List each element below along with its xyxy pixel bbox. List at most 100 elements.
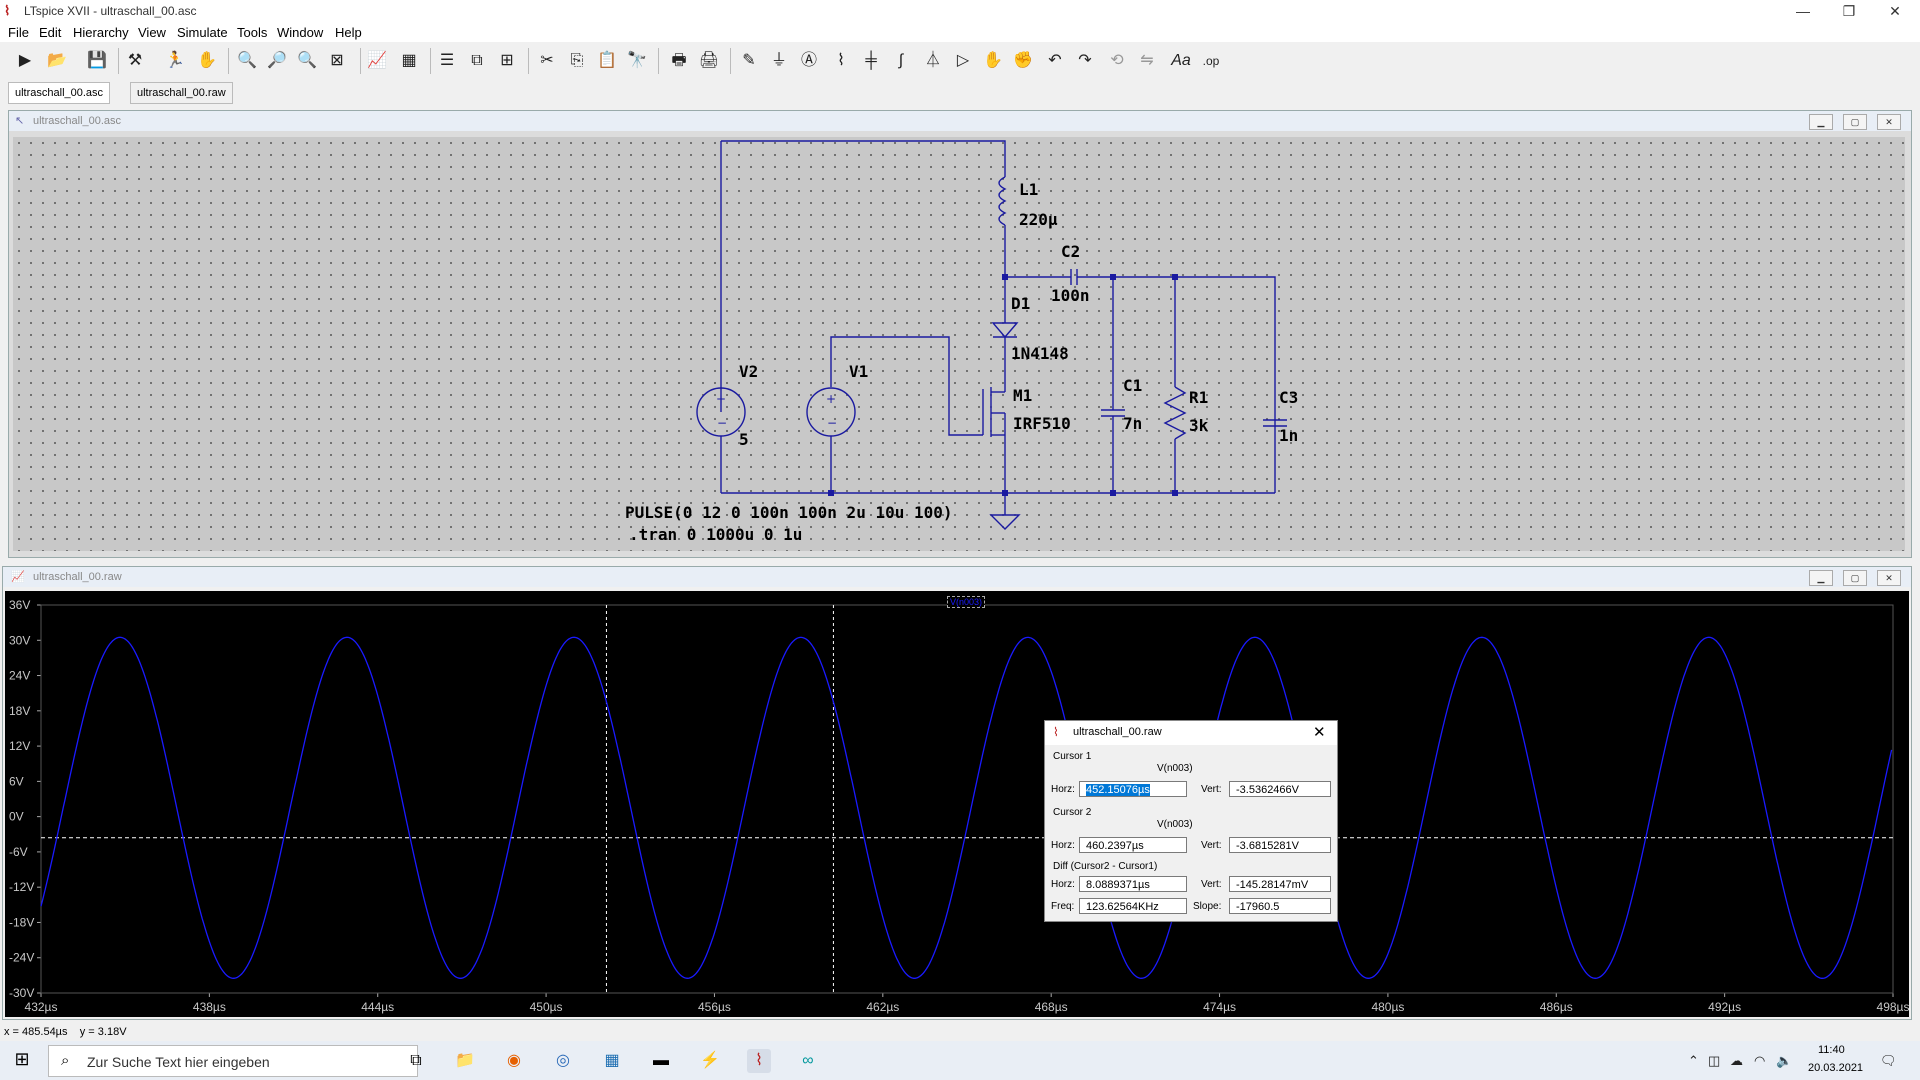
wire-icon[interactable]: ✎ — [738, 50, 760, 72]
move-icon[interactable]: ✋ — [982, 50, 1004, 72]
wifi-icon[interactable]: ◠ — [1754, 1053, 1765, 1069]
cursor1-vert-field[interactable]: -3.5362466V — [1229, 781, 1331, 797]
task-view-icon[interactable]: ⧉ — [404, 1049, 428, 1073]
schematic-minimize-button[interactable]: ▁ — [1809, 114, 1833, 130]
window-grid-icon[interactable]: ▦ — [398, 50, 420, 72]
dialog-close-button[interactable]: ✕ — [1313, 723, 1326, 741]
freq-field[interactable]: 123.62564KHz — [1079, 898, 1187, 914]
slope-field[interactable]: -17960.5 — [1229, 898, 1331, 914]
tab-schematic[interactable]: ultraschall_00.asc — [8, 82, 111, 104]
capacitor-icon[interactable]: ╪ — [860, 50, 882, 72]
text-icon[interactable]: Aa — [1170, 50, 1192, 72]
tile-vertical-icon[interactable]: ⊞ — [496, 50, 518, 72]
taskbar-search[interactable]: ⌕ Zur Suche Text hier eingeben — [48, 1045, 418, 1077]
menu-window[interactable]: Window — [277, 25, 323, 40]
onedrive-icon[interactable]: ☁ — [1730, 1053, 1743, 1069]
clock-date[interactable]: 20.03.2021 — [1808, 1062, 1863, 1074]
schematic-close-button[interactable]: ✕ — [1877, 114, 1901, 130]
diff-horz-field[interactable]: 8.0889371µs — [1079, 876, 1187, 892]
horz-label: Horz: — [1051, 784, 1075, 795]
close-button[interactable]: ✕ — [1872, 0, 1918, 22]
menu-simulate[interactable]: Simulate — [177, 25, 228, 40]
menu-view[interactable]: View — [138, 25, 166, 40]
tray-chevron-icon[interactable]: ⌃ — [1688, 1053, 1699, 1069]
schematic-canvas[interactable]: L1 220µ C2 100n D1 1N4148 V2 5 V1 M1 IRF… — [13, 137, 1905, 551]
menu-hierarchy[interactable]: Hierarchy — [73, 25, 129, 40]
menu-file[interactable]: File — [8, 25, 29, 40]
redo-icon[interactable]: ↷ — [1074, 50, 1096, 72]
terminal-icon[interactable]: ▬ — [649, 1049, 673, 1073]
restore-button[interactable]: ❐ — [1826, 0, 1872, 22]
cursor1-horz-field[interactable]: 452.15076µs — [1079, 781, 1187, 797]
cursor2-horz-field[interactable]: 460.2397µs — [1079, 837, 1187, 853]
y-tick-label: -24V — [9, 951, 34, 965]
spice-directive-icon[interactable]: .op — [1200, 50, 1222, 72]
cut-icon[interactable]: ✂ — [536, 50, 558, 72]
resistor-icon[interactable]: ⌇ — [830, 50, 852, 72]
app-logo-icon: ⌇ — [4, 3, 11, 18]
drag-icon[interactable]: ✊ — [1012, 50, 1034, 72]
menu-bar: File Edit Hierarchy View Simulate Tools … — [0, 22, 1920, 42]
label-d1: D1 — [1011, 294, 1030, 313]
windows-start-icon[interactable]: ⊞ — [10, 1047, 34, 1071]
tray-icon[interactable]: ◫ — [1708, 1053, 1720, 1069]
calculator-icon[interactable]: ▦ — [600, 1049, 624, 1073]
plot-pane[interactable]: 36V 30V 24V 18V 12V 6V 0V -6V -12V -18V -24V -30V 4… — [5, 591, 1909, 1017]
app-icon[interactable]: ◎ — [551, 1049, 575, 1073]
waveform-minimize-button[interactable]: ▁ — [1809, 570, 1833, 586]
print-preview-icon[interactable]: 🖨 — [698, 50, 720, 72]
find-icon[interactable]: 🔭 — [626, 50, 648, 72]
menu-help[interactable]: Help — [335, 25, 362, 40]
menu-edit[interactable]: Edit — [39, 25, 61, 40]
menu-tools[interactable]: Tools — [237, 25, 267, 40]
label-net-icon[interactable]: Ⓐ — [798, 50, 820, 72]
firefox-icon[interactable]: ◉ — [502, 1049, 526, 1073]
zoom-in-icon[interactable]: 🔍 — [236, 50, 258, 72]
tile-horizontal-icon[interactable]: ☰ — [436, 50, 458, 72]
notification-icon[interactable]: 🗨 — [1880, 1053, 1897, 1069]
cascade-icon[interactable]: ⧉ — [466, 50, 488, 72]
component-icon[interactable]: ▷ — [952, 50, 974, 72]
undo-icon[interactable]: ↶ — [1044, 50, 1066, 72]
save-icon[interactable]: 💾 — [86, 50, 108, 72]
control-panel-icon[interactable]: ⚒ — [124, 50, 146, 72]
minimize-button[interactable]: — — [1780, 0, 1826, 22]
new-schematic-icon[interactable]: ▶ — [14, 50, 36, 72]
resistor-r1 — [1163, 386, 1187, 440]
title-bar: ⌇ LTspice XVII - ultraschall_00.asc — ❐ … — [0, 0, 1920, 22]
tab-waveform[interactable]: ultraschall_00.raw — [130, 82, 233, 104]
horz-label: Horz: — [1051, 879, 1075, 890]
diff-vert-field[interactable]: -145.28147mV — [1229, 876, 1331, 892]
trace-v-n003 — [40, 636, 1893, 979]
file-explorer-icon[interactable]: 📁 — [453, 1049, 477, 1073]
ground-icon[interactable]: ⏚ — [768, 50, 790, 72]
cursor2-vert-field[interactable]: -3.6815281V — [1229, 837, 1331, 853]
rotate-icon[interactable]: ⟲ — [1106, 50, 1128, 72]
waveform-maximize-button[interactable]: ▢ — [1843, 570, 1867, 586]
waveform-close-button[interactable]: ✕ — [1877, 570, 1901, 586]
open-icon[interactable]: 📂 — [46, 50, 68, 72]
autorange-icon[interactable]: 📈 — [366, 50, 388, 72]
copy-icon[interactable]: ⎘ — [566, 50, 588, 72]
app-icon[interactable]: ⚡ — [698, 1049, 722, 1073]
trace-legend[interactable]: V(n003) — [947, 596, 986, 608]
diode-icon[interactable]: ⏃ — [922, 50, 944, 72]
speaker-icon[interactable]: 🔈 — [1776, 1053, 1792, 1069]
label-c2: C2 — [1061, 242, 1080, 261]
arduino-icon[interactable]: ∞ — [796, 1049, 820, 1073]
inductor-icon[interactable]: ∫ — [890, 50, 912, 72]
search-placeholder: Zur Suche Text hier eingeben — [87, 1054, 270, 1070]
schematic-maximize-button[interactable]: ▢ — [1843, 114, 1867, 130]
x-tick-label: 492µs — [1708, 1000, 1741, 1014]
zoom-out-icon[interactable]: 🔍 — [296, 50, 318, 72]
print-icon[interactable]: 🖶 — [668, 50, 690, 72]
run-icon[interactable]: 🏃 — [164, 50, 186, 72]
clock-time[interactable]: 11:40 — [1818, 1044, 1845, 1056]
halt-icon[interactable]: ✋ — [196, 50, 218, 72]
paste-icon[interactable]: 📋 — [596, 50, 618, 72]
zoom-fit-icon[interactable]: ⊠ — [326, 50, 348, 72]
ltspice-taskbar-icon[interactable]: ⌇ — [747, 1049, 771, 1073]
x-tick-label: 432µs — [25, 1000, 58, 1014]
zoom-pan-icon[interactable]: 🔎 — [266, 50, 288, 72]
mirror-icon[interactable]: ⇋ — [1136, 50, 1158, 72]
